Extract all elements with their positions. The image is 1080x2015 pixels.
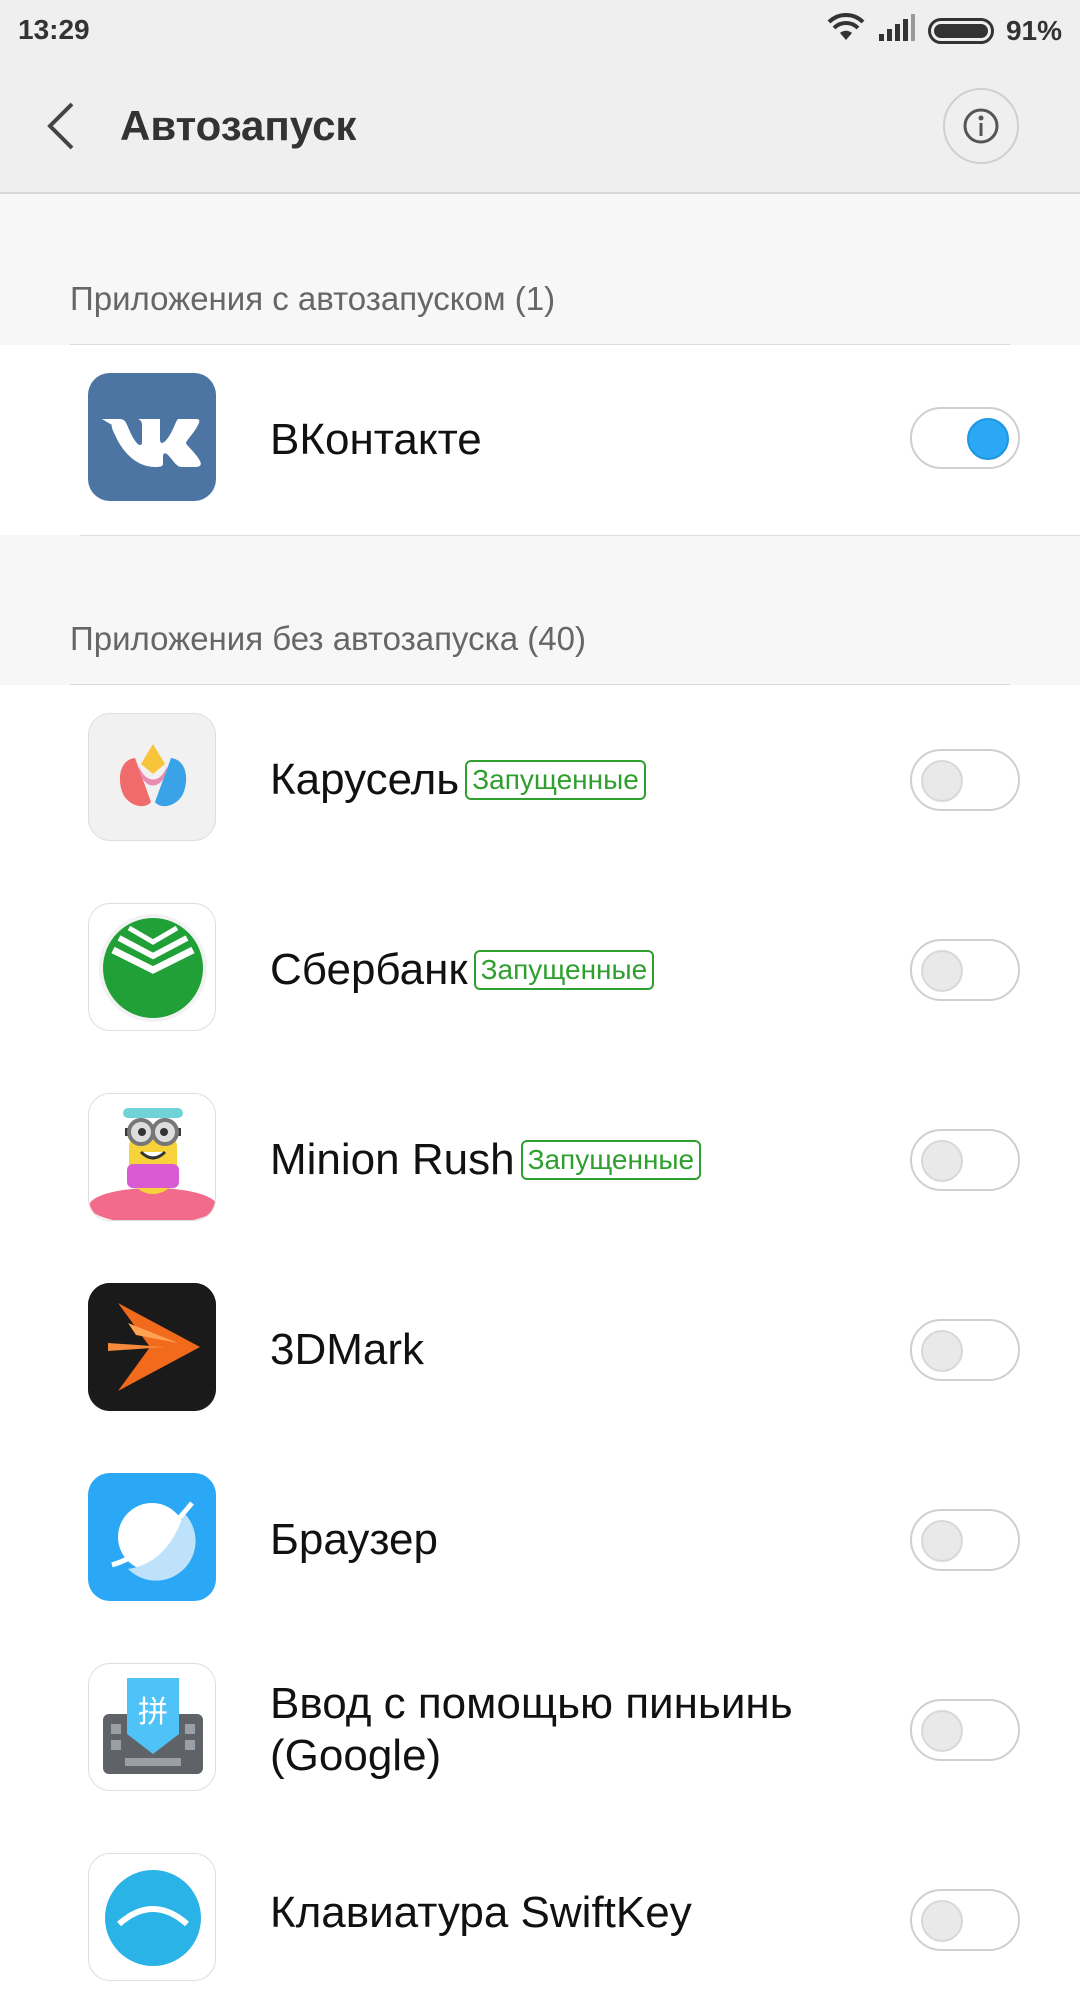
app-row-swiftkey[interactable]: Клавиатура SwiftKey — [0, 1825, 1080, 2015]
info-icon — [963, 108, 999, 144]
status-bar: 13:29 91% — [0, 0, 1080, 60]
pinyin-keyboard-icon: 拼 — [88, 1663, 216, 1791]
app-label-wrap: Сбербанк Запущенные — [270, 875, 655, 1065]
autostart-toggle[interactable] — [910, 1129, 1020, 1191]
running-badge: Запущенные — [473, 950, 655, 990]
app-name: Ввод с помощью пиньинь (Google) — [270, 1679, 793, 1780]
app-row-3dmark[interactable]: 3DMark — [0, 1255, 1080, 1445]
app-row-minion-rush[interactable]: Minion Rush Запущенные — [0, 1065, 1080, 1255]
vk-icon — [88, 373, 216, 501]
section-header-no-autostart: Приложения без автозапуска (40) — [70, 620, 586, 657]
signal-icon — [878, 12, 916, 49]
app-name: Карусель — [270, 755, 460, 804]
battery-percent: 91% — [1005, 14, 1062, 46]
toggle-knob — [921, 1520, 963, 1562]
info-button[interactable] — [943, 88, 1019, 164]
toggle-knob — [967, 418, 1009, 460]
app-name: Сбербанк — [270, 945, 468, 994]
app-name: 3DMark — [270, 1325, 425, 1374]
autostart-toggle[interactable] — [910, 939, 1020, 1001]
app-label-wrap: Minion Rush Запущенные — [270, 1065, 702, 1255]
toggle-knob — [921, 1140, 963, 1182]
toggle-knob — [921, 950, 963, 992]
page-title: Автозапуск — [120, 102, 357, 149]
autostart-toggle[interactable] — [910, 749, 1020, 811]
running-badge: Запущенные — [465, 760, 646, 800]
status-time: 13:29 — [18, 14, 90, 45]
app-label-wrap: Клавиатура SwiftKey — [270, 1825, 692, 2015]
app-row-browser[interactable]: Браузер — [0, 1445, 1080, 1635]
app-label-wrap: Карусель Запущенные — [270, 685, 646, 875]
status-icons: 91% — [826, 12, 1062, 49]
back-button[interactable] — [40, 98, 88, 154]
app-row-pinyin[interactable]: 拼 Ввод с помощью пиньинь (Google) — [0, 1635, 1080, 1825]
autostart-toggle[interactable] — [910, 1319, 1020, 1381]
app-name: ВКонтакте — [270, 415, 482, 464]
app-row-vkontakte[interactable]: ВКонтакте — [0, 345, 1080, 535]
minion-icon — [88, 1093, 216, 1221]
autostart-toggle[interactable] — [910, 407, 1020, 469]
app-label-wrap: ВКонтакте — [270, 345, 482, 535]
chevron-left-icon — [47, 102, 74, 150]
battery-icon — [927, 17, 994, 44]
app-name: Клавиатура SwiftKey — [270, 1888, 692, 1937]
svg-text:拼: 拼 — [138, 1695, 168, 1730]
autostart-toggle[interactable] — [910, 1509, 1020, 1571]
running-badge: Запущенные — [520, 1140, 702, 1180]
3dmark-icon — [88, 1283, 216, 1411]
app-row-karusel[interactable]: Карусель Запущенные — [0, 685, 1080, 875]
toggle-knob — [921, 760, 963, 802]
app-label-wrap: Ввод с помощью пиньинь (Google) — [270, 1635, 870, 1825]
app-name: Браузер — [270, 1515, 438, 1564]
app-label-wrap: Браузер — [270, 1445, 438, 1635]
toggle-knob — [921, 1330, 963, 1372]
wifi-icon — [826, 12, 866, 49]
toggle-knob — [921, 1900, 963, 1942]
app-name: Minion Rush — [270, 1135, 515, 1184]
toggle-knob — [921, 1710, 963, 1752]
app-bar: Автозапуск — [0, 60, 1080, 194]
sberbank-icon — [88, 903, 216, 1031]
tulip-icon — [88, 713, 216, 841]
section-header-autostart: Приложения с автозапуском (1) — [70, 280, 556, 317]
autostart-toggle[interactable] — [910, 1699, 1020, 1761]
app-row-sberbank[interactable]: Сбербанк Запущенные — [0, 875, 1080, 1065]
row-divider — [80, 535, 1080, 536]
browser-icon — [88, 1473, 216, 1601]
swiftkey-icon — [88, 1853, 216, 1981]
app-label-wrap: 3DMark — [270, 1255, 424, 1445]
autostart-toggle[interactable] — [910, 1889, 1020, 1951]
